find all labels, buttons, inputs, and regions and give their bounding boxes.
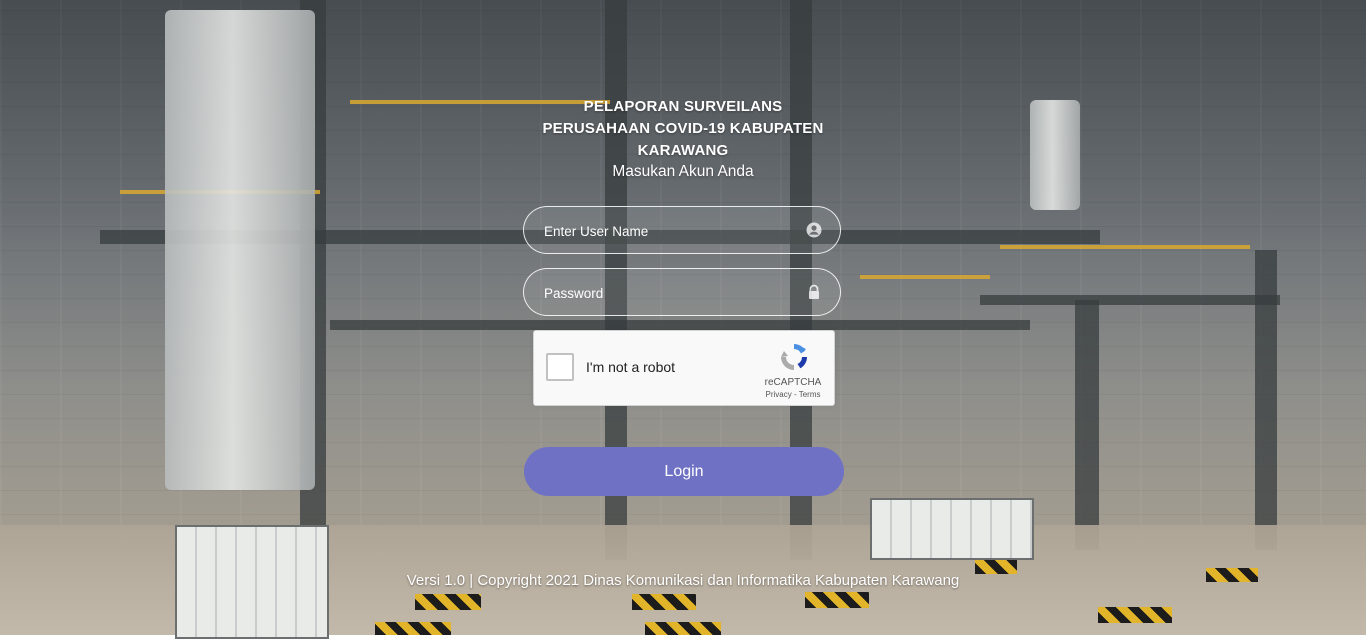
page-title-line: PELAPORAN SURVEILANS [583, 98, 783, 115]
lock-icon [809, 284, 819, 299]
login-button[interactable]: Login [524, 447, 844, 496]
login-page: PELAPORAN SURVEILANS PERUSAHAAN COVID-19… [0, 0, 1366, 635]
page-title-line: KARAWANG [637, 142, 729, 159]
page-title-line: PERUSAHAAN COVID-19 KABUPATEN [542, 120, 824, 137]
username-field[interactable] [523, 206, 841, 255]
recaptcha-brand: reCAPTCHA [764, 377, 822, 388]
recaptcha-links: Privacy - Terms [756, 390, 830, 399]
password-field[interactable] [523, 268, 841, 317]
recaptcha-logo-icon [781, 344, 807, 370]
page-subtitle: Masukan Akun Anda [612, 163, 754, 180]
recaptcha-widget: I'm not a robot reCAPTCHA Privacy - Term… [533, 330, 835, 406]
recaptcha-label: I'm not a robot [586, 359, 676, 375]
recaptcha-checkbox[interactable] [546, 353, 574, 381]
user-circle-icon [806, 222, 822, 238]
recaptcha-privacy-link[interactable]: Privacy [766, 390, 792, 399]
password-input[interactable] [542, 269, 806, 317]
recaptcha-separator: - [791, 390, 799, 399]
username-input[interactable] [542, 207, 806, 255]
footer-copyright: Versi 1.0 | Copyright 2021 Dinas Komunik… [406, 572, 960, 589]
recaptcha-terms-link[interactable]: Terms [799, 390, 821, 399]
page-title: PELAPORAN SURVEILANS PERUSAHAAN COVID-19… [533, 96, 833, 162]
